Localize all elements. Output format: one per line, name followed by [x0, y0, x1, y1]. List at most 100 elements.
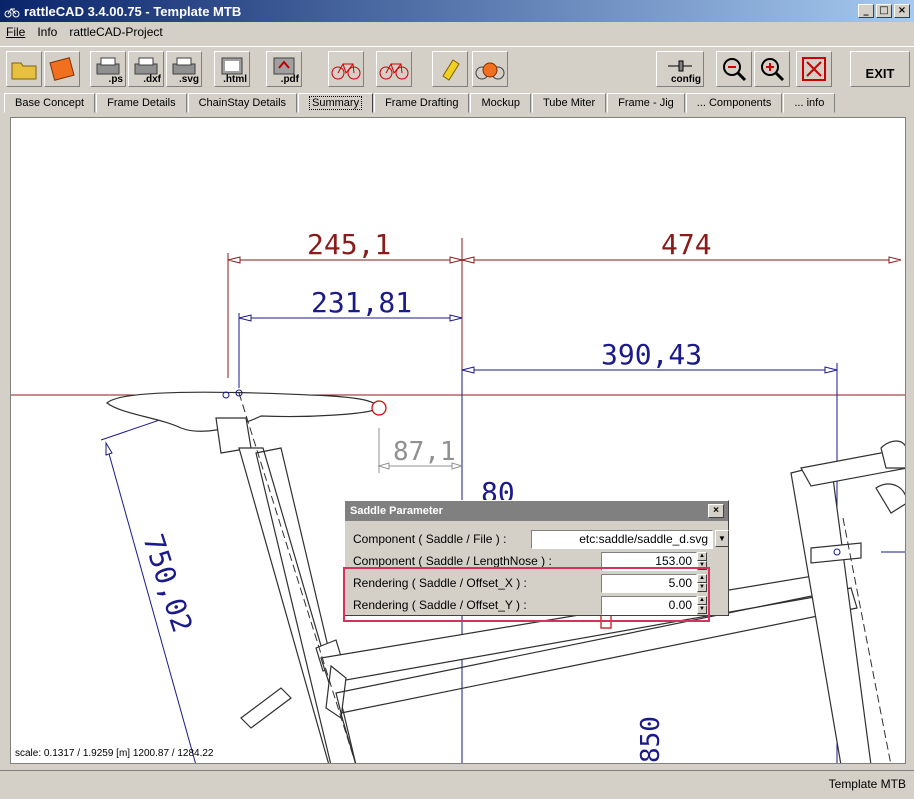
minimize-button[interactable]: _ [858, 4, 874, 18]
dialog-title: Saddle Parameter [350, 505, 443, 517]
bike-icon [331, 63, 361, 80]
tab-mockup[interactable]: Mockup [470, 93, 531, 113]
tab-label: Frame Details [107, 97, 176, 109]
status-bar: Template MTB [0, 770, 914, 799]
param-label: Rendering ( Saddle / Offset_Y ) : [353, 598, 527, 612]
export-pdf-caption: .pdf [280, 74, 299, 85]
dim-750-02: 750,02 [136, 530, 199, 636]
tab-label: ... info [794, 97, 825, 109]
dialog-close-button[interactable]: × [708, 504, 724, 518]
zoom-in-icon [761, 58, 785, 82]
tab-frame-jig[interactable]: Frame - Jig [607, 93, 685, 113]
spin-down-icon[interactable]: ▼ [697, 582, 707, 592]
export-pdf-button[interactable]: .pdf [266, 51, 302, 87]
config-caption: config [671, 74, 701, 85]
status-text: Template MTB [828, 777, 906, 791]
tab-chainstay-details[interactable]: ChainStay Details [187, 93, 298, 113]
param-row-length-nose: Component ( Saddle / LengthNose ) : 153.… [353, 551, 723, 571]
tab-summary[interactable]: Summary [298, 93, 374, 113]
spin-up-icon[interactable]: ▲ [697, 595, 707, 605]
config-button[interactable]: config [656, 51, 704, 87]
export-html-button[interactable]: .html [214, 51, 250, 87]
export-svg-caption: .svg [178, 74, 199, 85]
fit-button[interactable] [796, 51, 832, 87]
clear-button[interactable] [432, 51, 468, 87]
length-nose-spinner[interactable]: ▲ ▼ [697, 551, 707, 571]
menu-project[interactable]: rattleCAD-Project [69, 25, 162, 39]
bike-icon [379, 63, 409, 80]
export-dxf-button[interactable]: .dxf [128, 51, 164, 87]
param-label: Rendering ( Saddle / Offset_X ) : [353, 576, 527, 590]
dimension-red [227, 238, 902, 470]
offset-x-input[interactable]: 5.00 [601, 573, 697, 593]
window-title: rattleCAD 3.4.00.75 - Template MTB [24, 3, 242, 19]
tab-label: Summary [309, 96, 363, 110]
offset-y-spinner[interactable]: ▲ ▼ [697, 595, 707, 615]
tab-base-concept[interactable]: Base Concept [4, 93, 96, 113]
tab-label: Frame - Jig [618, 97, 674, 109]
folder-icon [11, 62, 37, 80]
dialog-title-bar: Saddle Parameter × [345, 501, 728, 521]
length-nose-input[interactable]: 153.00 [601, 551, 697, 571]
export-ps-caption: .ps [108, 74, 123, 85]
zoom-out-button[interactable] [716, 51, 752, 87]
bike-render-button[interactable] [472, 51, 508, 87]
menu-info[interactable]: Info [37, 25, 57, 39]
tab-label: Frame Drafting [385, 97, 459, 109]
tab-label: ChainStay Details [198, 97, 287, 109]
toolbar: .ps .dxf .svg .html .pdf config EXIT [0, 46, 914, 90]
chevron-down-icon[interactable]: ▼ [715, 530, 729, 547]
tab-components[interactable]: ... Components [685, 93, 783, 113]
saddle-parameter-dialog: Saddle Parameter × Component ( Saddle / … [344, 500, 729, 616]
param-row-offset-x: Rendering ( Saddle / Offset_X ) : 5.00 ▲… [353, 573, 723, 593]
drawing-canvas[interactable]: 245,1 474 231,81 390,43 750,02 80 850 87… [10, 117, 906, 764]
tab-tube-miter[interactable]: Tube Miter [531, 93, 607, 113]
eraser-icon [442, 59, 460, 81]
tab-frame-drafting[interactable]: Frame Drafting [374, 93, 470, 113]
title-bar: rattleCAD 3.4.00.75 - Template MTB _ □ × [0, 0, 914, 22]
bike-render-icon [475, 62, 505, 80]
close-window-button[interactable]: × [894, 4, 910, 18]
saddle-file-select[interactable]: etc:saddle/saddle_d.svg [531, 529, 713, 549]
dim-231-81: 231,81 [311, 286, 412, 319]
fit-icon [802, 57, 826, 81]
spin-down-icon[interactable]: ▼ [697, 604, 707, 614]
export-svg-button[interactable]: .svg [166, 51, 202, 87]
bike-view-1-button[interactable] [328, 51, 364, 87]
spin-up-icon[interactable]: ▲ [697, 551, 707, 561]
menu-bar: File Info rattleCAD-Project [0, 22, 914, 42]
tab-label: ... Components [696, 97, 772, 109]
tab-label: Base Concept [15, 97, 85, 109]
dim-390-43: 390,43 [601, 338, 702, 371]
tab-label: Tube Miter [542, 97, 596, 109]
app-icon [4, 8, 20, 18]
zoom-in-button[interactable] [754, 51, 790, 87]
save-button[interactable] [44, 51, 80, 87]
zoom-out-icon [723, 58, 747, 82]
bike-drawing: 245,1 474 231,81 390,43 750,02 80 850 87… [11, 228, 905, 763]
dim-245-1: 245,1 [307, 228, 391, 261]
param-row-offset-y: Rendering ( Saddle / Offset_Y ) : 0.00 ▲… [353, 595, 723, 615]
open-folder-button[interactable] [6, 51, 42, 87]
tab-info[interactable]: ... info [783, 93, 836, 113]
export-dxf-caption: .dxf [143, 74, 161, 85]
maximize-button[interactable]: □ [876, 4, 892, 18]
dim-87-1: 87,1 [393, 437, 456, 467]
dim-850: 850 [636, 716, 666, 763]
offset-y-input[interactable]: 0.00 [601, 595, 697, 615]
param-row-saddle-file: Component ( Saddle / File ) : etc:saddle… [353, 529, 729, 549]
export-ps-button[interactable]: .ps [90, 51, 126, 87]
scale-readout: scale: 0.1317 / 1.9259 [m] 1200.87 / 128… [15, 748, 214, 759]
offset-x-spinner[interactable]: ▲ ▼ [697, 573, 707, 593]
dim-474: 474 [661, 228, 712, 261]
save-icon [49, 57, 75, 81]
param-label: Component ( Saddle / LengthNose ) : [353, 554, 552, 568]
spin-up-icon[interactable]: ▲ [697, 573, 707, 583]
bike-view-2-button[interactable] [376, 51, 412, 87]
spin-down-icon[interactable]: ▼ [697, 560, 707, 570]
tab-bar: Base Concept Frame Details ChainStay Det… [4, 93, 836, 113]
exit-button[interactable]: EXIT [850, 51, 910, 87]
menu-file[interactable]: File [6, 25, 25, 39]
tab-frame-details[interactable]: Frame Details [96, 93, 187, 113]
export-html-caption: .html [223, 74, 247, 85]
